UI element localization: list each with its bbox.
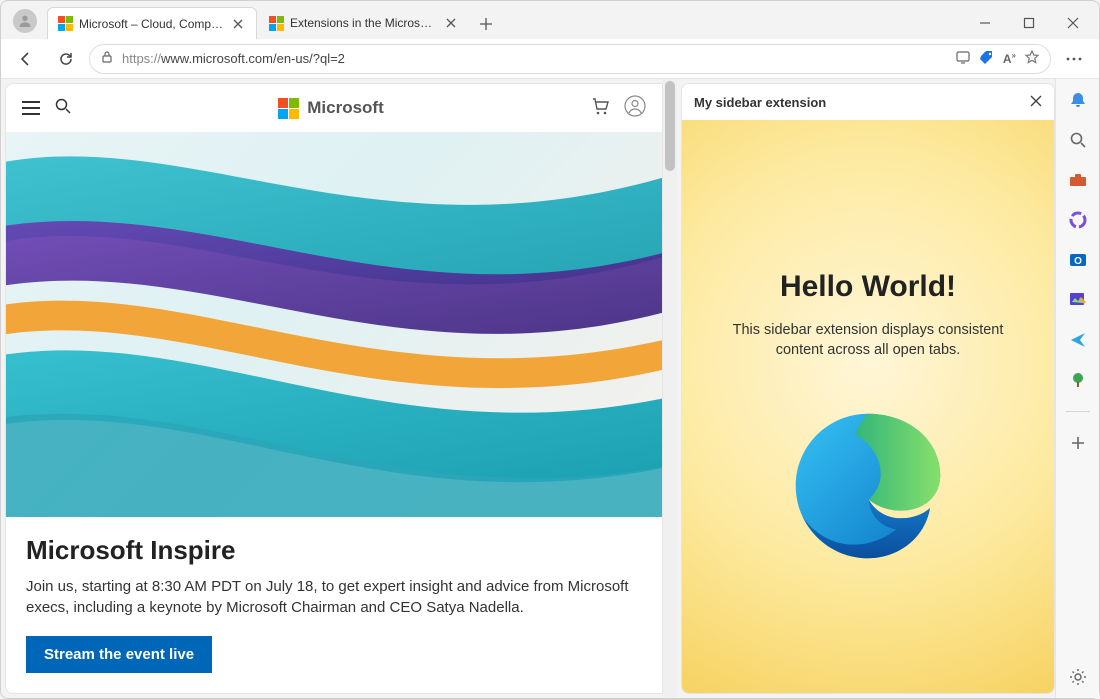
sidebar-extension-panel: My sidebar extension Hello World! This s… bbox=[681, 83, 1055, 694]
rail-office-icon[interactable] bbox=[1065, 207, 1091, 233]
back-button[interactable] bbox=[9, 44, 43, 74]
close-window-button[interactable] bbox=[1051, 7, 1095, 39]
sidebar-panel-body: Hello World! This sidebar extension disp… bbox=[682, 120, 1054, 693]
content-area: Microsoft bbox=[1, 79, 1099, 698]
sidebar-panel-header: My sidebar extension bbox=[682, 84, 1054, 120]
rail-separator bbox=[1066, 411, 1090, 412]
sidebar-heading: Hello World! bbox=[780, 270, 956, 304]
titlebar: Microsoft – Cloud, Computers, A Extensio… bbox=[1, 1, 1099, 39]
close-sidebar-icon[interactable] bbox=[1030, 95, 1042, 110]
article-body: Join us, starting at 8:30 AM PDT on July… bbox=[26, 576, 642, 618]
site-header: Microsoft bbox=[6, 84, 662, 132]
tab-title: Microsoft – Cloud, Computers, A bbox=[79, 17, 224, 31]
rail-notifications-icon[interactable] bbox=[1065, 87, 1091, 113]
tab-inactive[interactable]: Extensions in the Microsoft Edge bbox=[259, 7, 469, 39]
sidebar-panel-title: My sidebar extension bbox=[694, 95, 826, 110]
sidebar-text: This sidebar extension displays consiste… bbox=[712, 320, 1024, 361]
microsoft-logo[interactable]: Microsoft bbox=[86, 98, 576, 119]
site-lock-icon[interactable] bbox=[100, 50, 114, 67]
favicon-microsoft-icon bbox=[269, 16, 284, 31]
article-heading: Microsoft Inspire bbox=[26, 535, 642, 566]
stream-event-button[interactable]: Stream the event live bbox=[26, 636, 212, 673]
tab-title: Extensions in the Microsoft Edge bbox=[290, 16, 437, 30]
url-text: https://www.microsoft.com/en-us/?ql=2 bbox=[122, 51, 947, 66]
rail-settings-icon[interactable] bbox=[1065, 664, 1091, 690]
profile-avatar[interactable] bbox=[13, 9, 37, 33]
close-tab-icon[interactable] bbox=[443, 15, 459, 31]
cart-icon[interactable] bbox=[590, 96, 610, 121]
read-aloud-icon[interactable]: A» bbox=[1003, 51, 1016, 66]
refresh-button[interactable] bbox=[49, 44, 83, 74]
rail-outlook-icon[interactable]: O bbox=[1065, 247, 1091, 273]
microsoft-logo-icon bbox=[278, 98, 299, 119]
rail-add-icon[interactable] bbox=[1065, 430, 1091, 456]
browser-window: Microsoft – Cloud, Computers, A Extensio… bbox=[0, 0, 1100, 699]
site-search-icon[interactable] bbox=[54, 97, 72, 120]
rail-image-edit-icon[interactable] bbox=[1065, 287, 1091, 313]
rail-search-icon[interactable] bbox=[1065, 127, 1091, 153]
shopping-tag-icon[interactable] bbox=[979, 49, 995, 68]
toolbar: https://www.microsoft.com/en-us/?ql=2 A» bbox=[1, 39, 1099, 79]
maximize-button[interactable] bbox=[1007, 7, 1051, 39]
favicon-microsoft-icon bbox=[58, 16, 73, 31]
window-controls bbox=[963, 7, 1095, 39]
page-scrollbar[interactable] bbox=[663, 79, 677, 698]
minimize-button[interactable] bbox=[963, 7, 1007, 39]
address-bar[interactable]: https://www.microsoft.com/en-us/?ql=2 A» bbox=[89, 44, 1051, 74]
tab-active[interactable]: Microsoft – Cloud, Computers, A bbox=[47, 7, 257, 39]
rail-send-icon[interactable] bbox=[1065, 327, 1091, 353]
article: Microsoft Inspire Join us, starting at 8… bbox=[6, 517, 662, 693]
new-tab-button[interactable] bbox=[471, 9, 501, 39]
microsoft-wordmark: Microsoft bbox=[307, 98, 384, 118]
main-page: Microsoft bbox=[5, 83, 663, 694]
site-menu-icon[interactable] bbox=[22, 101, 40, 115]
tab-strip: Microsoft – Cloud, Computers, A Extensio… bbox=[47, 1, 963, 39]
rail-tools-icon[interactable] bbox=[1065, 167, 1091, 193]
favorite-icon[interactable] bbox=[1024, 49, 1040, 68]
hero-image bbox=[6, 132, 662, 517]
svg-text:O: O bbox=[1074, 256, 1082, 267]
rail-tree-icon[interactable] bbox=[1065, 367, 1091, 393]
right-rail: O bbox=[1055, 79, 1099, 698]
edge-logo-icon bbox=[783, 401, 953, 571]
close-tab-icon[interactable] bbox=[230, 16, 246, 32]
app-available-icon[interactable] bbox=[955, 49, 971, 68]
scrollbar-thumb[interactable] bbox=[665, 81, 675, 171]
page-wrap: Microsoft bbox=[1, 79, 1055, 698]
account-icon[interactable] bbox=[624, 95, 646, 122]
menu-button[interactable] bbox=[1057, 44, 1091, 74]
